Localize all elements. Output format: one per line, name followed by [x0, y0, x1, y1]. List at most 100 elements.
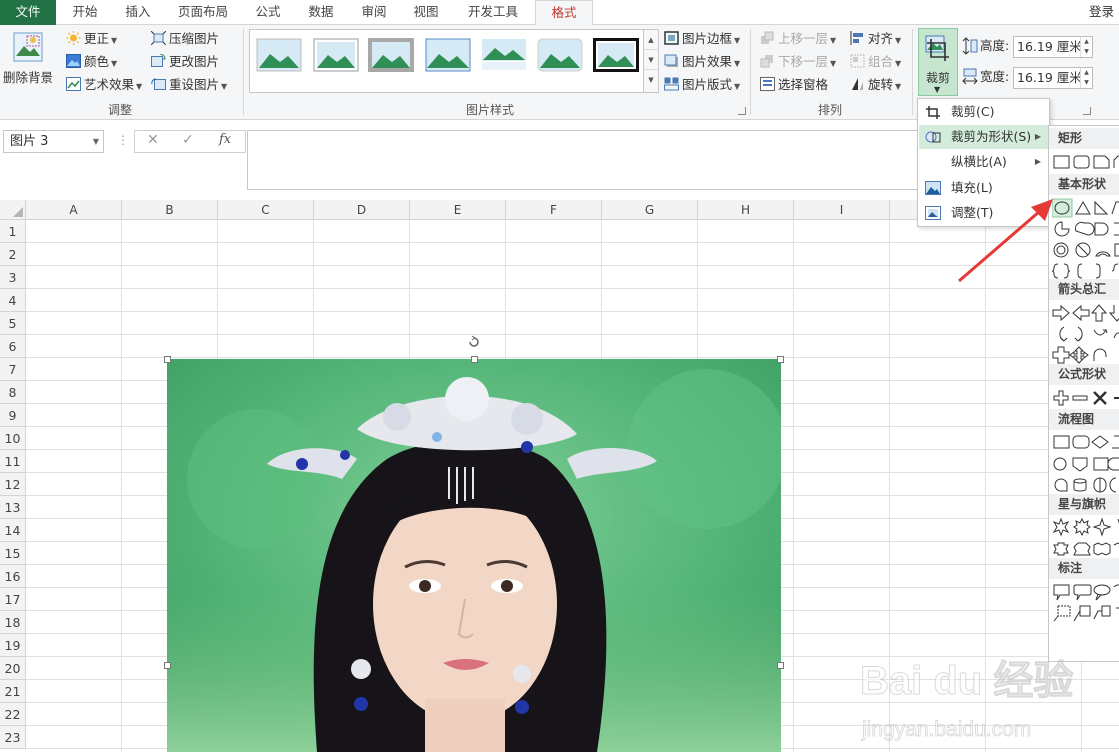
- arrow-shapes-row-2[interactable]: [1052, 324, 1119, 344]
- row-header[interactable]: 21: [0, 680, 26, 703]
- tab-page-layout[interactable]: 页面布局: [168, 0, 238, 25]
- picture-style-6[interactable]: [537, 38, 583, 72]
- row-header[interactable]: 5: [0, 312, 26, 335]
- picture-style-3[interactable]: [368, 38, 414, 72]
- picture-border-button[interactable]: 图片边框 ▼: [664, 29, 740, 49]
- picture-style-7[interactable]: [593, 38, 639, 72]
- gallery-scroll[interactable]: ▲ ▼ ▼: [643, 30, 658, 92]
- row-header[interactable]: 2: [0, 243, 26, 266]
- menu-crop-to-shape[interactable]: 裁剪为形状(S) ▶: [919, 125, 1049, 149]
- tab-view[interactable]: 视图: [404, 0, 448, 25]
- menu-aspect-ratio[interactable]: 纵横比(A) ▶: [919, 150, 1049, 174]
- formula-input[interactable]: [247, 130, 919, 190]
- column-header[interactable]: E: [410, 200, 506, 220]
- send-backward-button[interactable]: 下移一层 ▼: [760, 52, 836, 72]
- column-header[interactable]: D: [314, 200, 410, 220]
- flowchart-shapes-row-3[interactable]: [1052, 475, 1119, 495]
- row-header[interactable]: 12: [0, 473, 26, 496]
- rotate-handle-icon[interactable]: [467, 335, 481, 349]
- row-header[interactable]: 15: [0, 542, 26, 565]
- insert-function-icon[interactable]: fx: [219, 132, 231, 147]
- equation-shapes-row[interactable]: [1052, 388, 1119, 408]
- selected-picture[interactable]: [167, 359, 781, 752]
- reset-picture-button[interactable]: 重设图片 ▼: [151, 75, 227, 95]
- height-input[interactable]: 16.19 厘米 ▲ ▼: [1013, 36, 1093, 58]
- column-header[interactable]: G: [602, 200, 698, 220]
- picture-style-4[interactable]: [425, 38, 471, 72]
- row-header[interactable]: 23: [0, 726, 26, 749]
- row-header[interactable]: 19: [0, 634, 26, 657]
- menu-crop[interactable]: 裁剪(C): [919, 100, 1049, 124]
- row-header[interactable]: 18: [0, 611, 26, 634]
- artistic-effects-button[interactable]: 艺术效果 ▼: [66, 75, 142, 95]
- dialog-launcher-icon[interactable]: [1083, 107, 1091, 115]
- dialog-launcher-icon[interactable]: [738, 107, 746, 115]
- stars-shapes-row-2[interactable]: [1052, 539, 1119, 559]
- row-header[interactable]: 16: [0, 565, 26, 588]
- tab-home[interactable]: 开始: [60, 0, 110, 25]
- remove-background-button[interactable]: 删除背景: [2, 29, 54, 95]
- row-header[interactable]: 20: [0, 657, 26, 680]
- tab-review[interactable]: 审阅: [352, 0, 396, 25]
- row-header[interactable]: 8: [0, 381, 26, 404]
- chevron-down-icon[interactable]: ▼: [93, 131, 99, 152]
- color-button[interactable]: 颜色 ▼: [66, 52, 117, 72]
- group-button[interactable]: 组合 ▼: [850, 52, 901, 72]
- chevron-up-icon[interactable]: ▲: [644, 30, 658, 50]
- resize-handle[interactable]: [777, 356, 784, 363]
- resize-handle[interactable]: [164, 356, 171, 363]
- arrow-shapes-row-3[interactable]: [1052, 345, 1119, 365]
- arrow-shapes-row-1[interactable]: [1052, 303, 1119, 323]
- row-header[interactable]: 9: [0, 404, 26, 427]
- column-header[interactable]: A: [26, 200, 122, 220]
- row-header[interactable]: 10: [0, 427, 26, 450]
- rotate-button[interactable]: 旋转 ▼: [850, 75, 901, 95]
- rect-shapes-row[interactable]: [1052, 152, 1119, 172]
- bring-forward-button[interactable]: 上移一层 ▼: [760, 29, 836, 49]
- enter-icon[interactable]: ✓: [182, 132, 194, 148]
- column-header[interactable]: H: [698, 200, 794, 220]
- chevron-down-icon[interactable]: ▼: [644, 50, 658, 70]
- tab-data[interactable]: 数据: [299, 0, 343, 25]
- row-header[interactable]: 22: [0, 703, 26, 726]
- tab-format[interactable]: 格式: [535, 0, 593, 26]
- column-header[interactable]: F: [506, 200, 602, 220]
- stars-shapes-row-1[interactable]: [1052, 517, 1119, 537]
- row-header[interactable]: 13: [0, 496, 26, 519]
- resize-handle[interactable]: [471, 356, 478, 363]
- callout-shapes-row-2[interactable]: [1052, 603, 1119, 623]
- basic-shapes-row-4[interactable]: [1052, 261, 1119, 281]
- row-header[interactable]: 1: [0, 220, 26, 243]
- row-header[interactable]: 6: [0, 335, 26, 358]
- column-header[interactable]: B: [122, 200, 218, 220]
- callout-shapes-row-1[interactable]: [1052, 582, 1119, 602]
- row-header[interactable]: 17: [0, 588, 26, 611]
- height-spinner[interactable]: ▲ ▼: [1080, 37, 1092, 57]
- name-box[interactable]: 图片 3 ▼: [3, 130, 104, 153]
- corrections-button[interactable]: 更正 ▼: [66, 29, 117, 49]
- gallery-more-icon[interactable]: ▼: [644, 70, 658, 90]
- tab-formulas[interactable]: 公式: [246, 0, 290, 25]
- selection-pane-button[interactable]: 选择窗格: [760, 75, 828, 95]
- tab-developer[interactable]: 开发工具: [458, 0, 528, 25]
- crop-button[interactable]: 裁剪 ▼: [918, 28, 958, 96]
- flowchart-shapes-row-1[interactable]: [1052, 432, 1119, 452]
- align-button[interactable]: 对齐 ▼: [850, 29, 901, 49]
- row-header[interactable]: 4: [0, 289, 26, 312]
- row-header[interactable]: 14: [0, 519, 26, 542]
- cancel-icon[interactable]: ✕: [147, 132, 159, 148]
- column-header[interactable]: I: [794, 200, 890, 220]
- tab-file[interactable]: 文件: [0, 0, 56, 25]
- select-all-corner[interactable]: [0, 200, 26, 220]
- basic-shapes-row-2[interactable]: [1052, 219, 1119, 239]
- tab-insert[interactable]: 插入: [114, 0, 162, 25]
- picture-style-5[interactable]: [481, 38, 527, 72]
- row-header[interactable]: 3: [0, 266, 26, 289]
- picture-style-1[interactable]: [256, 38, 302, 72]
- row-header[interactable]: 7: [0, 358, 26, 381]
- basic-shapes-row-1[interactable]: [1052, 198, 1119, 218]
- resize-handle[interactable]: [777, 662, 784, 669]
- login-link[interactable]: 登录: [1089, 0, 1119, 25]
- picture-style-2[interactable]: [313, 38, 359, 72]
- column-header[interactable]: C: [218, 200, 314, 220]
